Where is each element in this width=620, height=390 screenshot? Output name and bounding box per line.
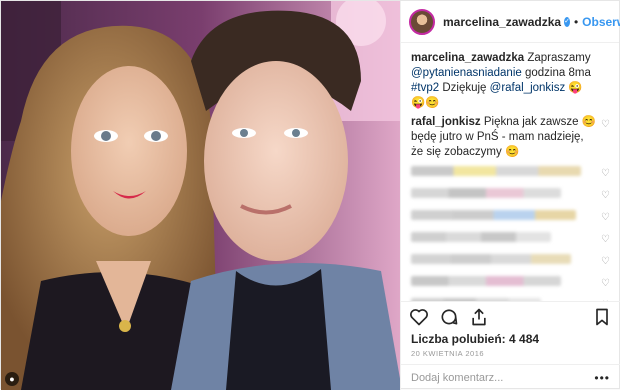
comment-like-icon[interactable]: ♡ — [601, 188, 610, 203]
add-comment-input[interactable]: Dodaj komentarz... — [411, 372, 503, 384]
caption-text-2: godzina 8ma — [521, 67, 591, 79]
add-comment-bar: Dodaj komentarz... ••• — [401, 364, 620, 390]
comment-like-icon[interactable]: ♡ — [601, 210, 610, 225]
comment-like-icon[interactable]: ♡ — [601, 254, 610, 269]
post-sidebar: marcelina_zawadzka ✓ • Obserwuj marcelin… — [400, 1, 620, 390]
heart-icon[interactable] — [409, 307, 429, 327]
caption: marcelina_zawadzka Zapraszamy @pytaniena… — [411, 51, 610, 111]
post-photo[interactable]: ● — [1, 1, 400, 390]
header-username[interactable]: marcelina_zawadzka — [443, 15, 561, 29]
comment-like-icon[interactable]: ♡ — [601, 117, 610, 132]
comment: rafal_jonkisz Piękna jak zawsze 😊 będę j… — [411, 115, 610, 160]
verified-icon: ✓ — [564, 16, 570, 27]
blurred-comment: ♡ — [411, 254, 610, 267]
caption-mention-2[interactable]: @rafal_jonkisz — [490, 82, 566, 94]
comment-like-icon[interactable]: ♡ — [601, 166, 610, 181]
blurred-comment: ♡ — [411, 276, 610, 289]
camera-icon[interactable]: ● — [5, 372, 19, 386]
blurred-comment: ♡ — [411, 188, 610, 201]
caption-mention-1[interactable]: @pytanienasniadanie — [411, 67, 522, 79]
likes-number: 4 484 — [509, 332, 540, 346]
caption-hashtag[interactable]: #tvp2 — [411, 82, 439, 94]
comment-like-icon[interactable]: ♡ — [601, 276, 610, 291]
action-icons — [401, 302, 620, 332]
instagram-post: ● marcelina_zawadzka ✓ • Obserwuj marcel… — [0, 0, 620, 390]
blurred-comment: ♡ — [411, 210, 610, 223]
blurred-comment: ♡ — [411, 166, 610, 179]
comment-username[interactable]: rafal_jonkisz — [411, 116, 481, 128]
avatar[interactable] — [409, 8, 435, 35]
blurred-comment: ♡ — [411, 232, 610, 245]
caption-text-3: Dziękuję — [439, 82, 490, 94]
likes-label: Liczba polubień: — [411, 332, 506, 346]
post-actions: Liczba polubień: 4 484 20 KWIETNIA 2016 … — [401, 301, 620, 390]
blurred-comments: ♡♡♡♡♡♡♡ — [411, 166, 610, 301]
comments-list: marcelina_zawadzka Zapraszamy @pytaniena… — [401, 43, 620, 301]
likes-count[interactable]: Liczba polubień: 4 484 — [401, 332, 620, 346]
share-icon[interactable] — [469, 307, 489, 327]
comment-icon[interactable] — [439, 307, 459, 327]
post-header: marcelina_zawadzka ✓ • Obserwuj — [401, 1, 620, 43]
photo-illustration — [1, 1, 400, 390]
caption-text-1: Zapraszamy — [524, 52, 591, 64]
caption-username[interactable]: marcelina_zawadzka — [411, 52, 524, 64]
more-options-button[interactable]: ••• — [594, 371, 610, 385]
separator-dot: • — [573, 14, 579, 29]
post-date[interactable]: 20 KWIETNIA 2016 — [401, 346, 620, 358]
comment-like-icon[interactable]: ♡ — [601, 232, 610, 247]
bookmark-icon[interactable] — [592, 307, 612, 327]
follow-button[interactable]: Obserwuj — [582, 15, 620, 29]
